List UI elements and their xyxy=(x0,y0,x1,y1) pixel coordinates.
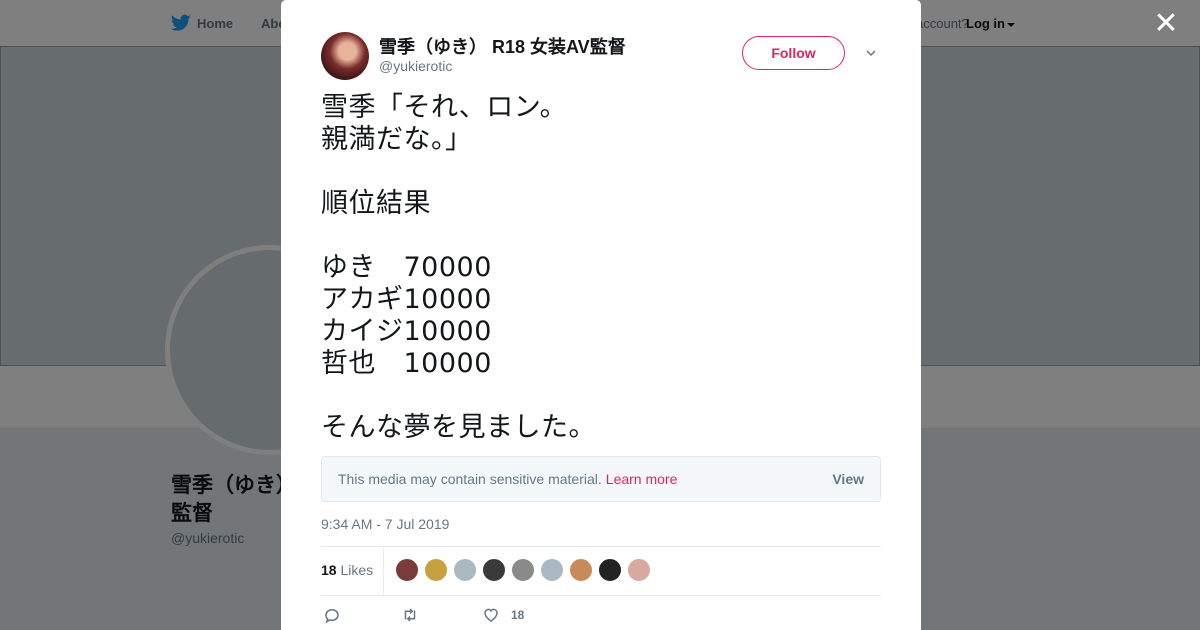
view-button[interactable]: View xyxy=(832,471,864,487)
tweet-modal: 雪季（ゆき） R18 女装AV監督 @yukierotic Follow 雪季「… xyxy=(281,0,921,630)
likes-stat[interactable]: 18 Likes xyxy=(321,562,373,578)
liker-avatar[interactable] xyxy=(598,558,622,582)
likes-count: 18 xyxy=(321,562,337,578)
liker-avatar[interactable] xyxy=(482,558,506,582)
liker-avatar[interactable] xyxy=(453,558,477,582)
stats-divider xyxy=(383,547,384,595)
liker-avatars xyxy=(395,558,656,584)
chevron-down-icon[interactable] xyxy=(866,48,876,58)
liker-avatar[interactable] xyxy=(627,558,651,582)
liker-avatar[interactable] xyxy=(569,558,593,582)
sensitive-media-warning: This media may contain sensitive materia… xyxy=(321,456,881,502)
liker-avatar[interactable] xyxy=(424,558,448,582)
author-avatar[interactable] xyxy=(321,32,369,80)
heart-icon[interactable] xyxy=(482,606,502,626)
liker-avatar[interactable] xyxy=(540,558,564,582)
author-handle[interactable]: @yukierotic xyxy=(379,58,452,74)
tweet-actions: 18 xyxy=(321,604,881,628)
like-count: 18 xyxy=(511,608,525,622)
likes-label: Likes xyxy=(340,562,374,578)
follow-button[interactable]: Follow xyxy=(742,36,845,70)
reply-icon[interactable] xyxy=(323,606,343,626)
author-name[interactable]: 雪季（ゆき） R18 女装AV監督 xyxy=(379,33,626,59)
retweet-icon[interactable] xyxy=(401,606,421,626)
tweet-timestamp[interactable]: 9:34 AM - 7 Jul 2019 xyxy=(321,516,449,532)
sensitive-message: This media may contain sensitive materia… xyxy=(338,471,677,487)
liker-avatar[interactable] xyxy=(511,558,535,582)
learn-more-link[interactable]: Learn more xyxy=(606,471,678,487)
tweet-text: 雪季「それ、ロン。 親満だな。」 順位結果 ゆき 70000 アカギ10000 … xyxy=(321,92,596,443)
liker-avatar[interactable] xyxy=(395,558,419,582)
close-icon[interactable]: ✕ xyxy=(1152,9,1180,39)
tweet-stats: 18 Likes xyxy=(321,546,881,596)
sensitive-message-text: This media may contain sensitive materia… xyxy=(338,471,602,487)
